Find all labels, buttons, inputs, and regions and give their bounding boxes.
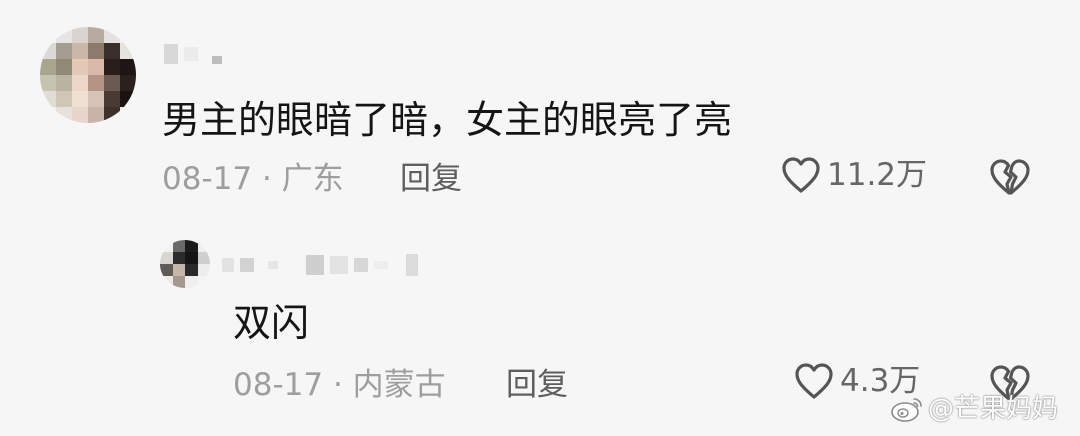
comment-text: 双闪 xyxy=(233,301,310,345)
like-count: 11.2万 xyxy=(827,157,928,193)
comment-text: 男主的眼暗了暗，女主的眼亮了亮 xyxy=(162,98,733,142)
broken-heart-icon[interactable] xyxy=(988,158,1030,196)
watermark-text: @芒果妈妈 xyxy=(928,394,1059,424)
watermark: @芒果妈妈 xyxy=(890,394,1058,424)
reply-button[interactable]: 回复 xyxy=(400,160,462,198)
comment-meta: 08-17 · 广东 xyxy=(162,160,344,198)
comment-date: 08-17 xyxy=(233,367,324,403)
avatar[interactable] xyxy=(40,27,136,123)
comment-date: 08-17 xyxy=(162,161,253,197)
username-blurred[interactable] xyxy=(222,254,418,276)
comment-location: 内蒙古 xyxy=(352,367,446,403)
comment-location: 广东 xyxy=(281,161,344,197)
username-blurred[interactable] xyxy=(164,44,222,64)
avatar[interactable] xyxy=(160,240,210,288)
weibo-logo-icon xyxy=(890,395,924,423)
like-button[interactable]: 11.2万 xyxy=(781,156,927,194)
heart-outline-icon xyxy=(781,156,821,194)
reply-button[interactable]: 回复 xyxy=(506,366,568,404)
comment-meta: 08-17 · 内蒙古 xyxy=(233,366,446,404)
meta-separator: · xyxy=(261,161,272,197)
heart-outline-icon xyxy=(794,362,834,400)
meta-separator: · xyxy=(332,367,343,403)
